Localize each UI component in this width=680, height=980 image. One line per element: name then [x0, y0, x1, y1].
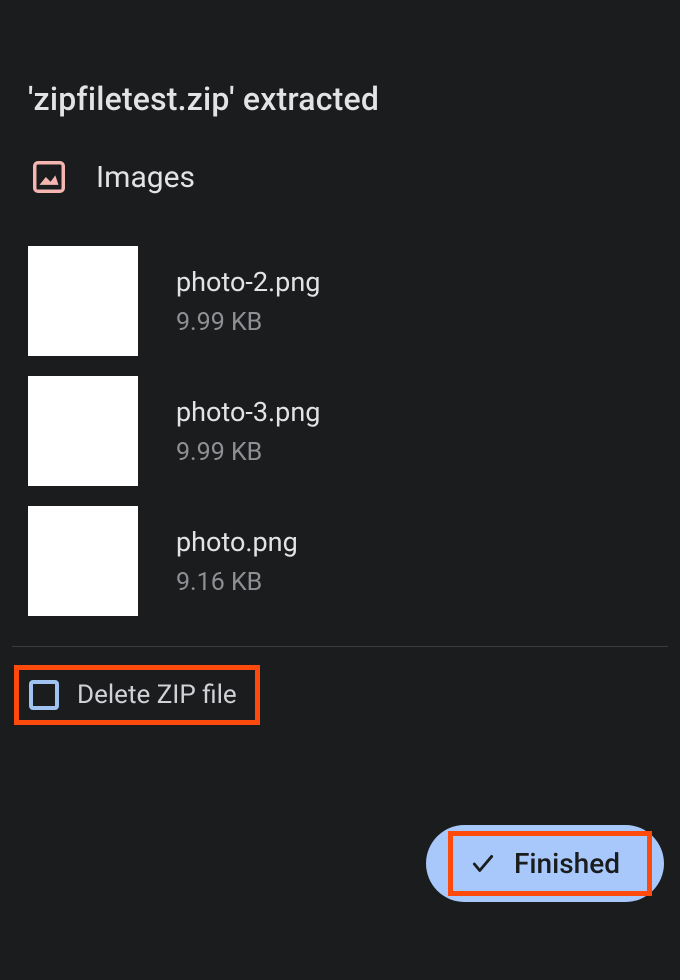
delete-zip-checkbox-row[interactable]: Delete ZIP file [14, 665, 260, 725]
divider [12, 646, 668, 647]
section-label: Images [96, 160, 195, 195]
finished-button[interactable]: Finished [426, 825, 664, 902]
file-name: photo-2.png [176, 266, 320, 298]
delete-zip-label: Delete ZIP file [77, 680, 237, 710]
section-header: Images [0, 148, 680, 226]
file-list: photo-2.png 9.99 KB photo-3.png 9.99 KB … [0, 226, 680, 626]
file-size: 9.99 KB [176, 308, 320, 337]
checkmark-icon [470, 851, 496, 877]
list-item[interactable]: photo.png 9.16 KB [0, 496, 680, 626]
file-thumbnail [28, 246, 138, 356]
finished-label: Finished [514, 847, 620, 880]
page-title: 'zipfiletest.zip' extracted [0, 0, 680, 148]
delete-zip-checkbox[interactable] [29, 680, 59, 710]
list-item[interactable]: photo-2.png 9.99 KB [0, 236, 680, 366]
file-name: photo-3.png [176, 396, 320, 428]
file-thumbnail [28, 506, 138, 616]
list-item[interactable]: photo-3.png 9.99 KB [0, 366, 680, 496]
image-icon [30, 158, 68, 196]
file-size: 9.99 KB [176, 438, 320, 467]
file-thumbnail [28, 376, 138, 486]
file-size: 9.16 KB [176, 568, 298, 597]
file-name: photo.png [176, 526, 298, 558]
